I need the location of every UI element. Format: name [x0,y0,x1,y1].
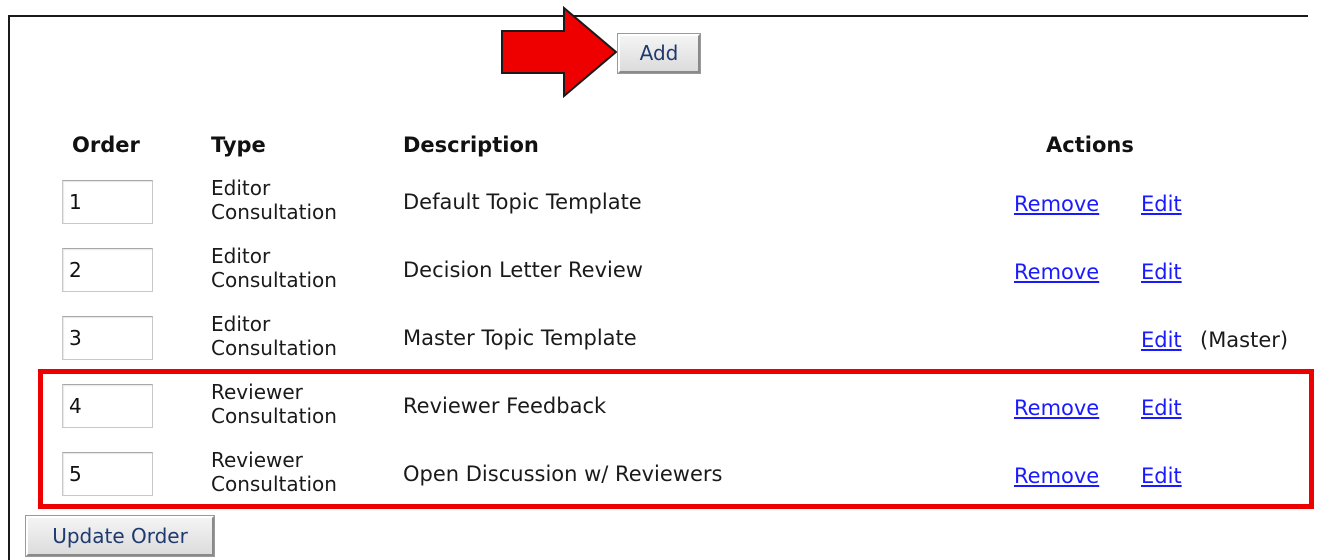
edit-link[interactable]: Edit [1141,328,1182,352]
red-arrow-icon [501,6,618,98]
edit-link[interactable]: Edit [1141,260,1182,284]
remove-link[interactable]: Remove [1014,192,1099,216]
type-cell: Editor Consultation [211,176,337,224]
column-header-actions: Actions [1046,133,1134,157]
table-row: Editor Consultation Master Topic Templat… [0,308,1318,376]
table-row: Editor Consultation Decision Letter Revi… [0,240,1318,308]
type-line1: Editor [211,176,271,200]
column-header-type: Type [211,133,266,157]
add-button[interactable]: Add [617,33,701,74]
type-cell: Editor Consultation [211,244,337,292]
type-line2: Consultation [211,336,337,360]
column-header-description: Description [403,133,539,157]
type-line1: Editor [211,312,271,336]
panel-border-top [8,15,1308,17]
remove-link[interactable]: Remove [1014,260,1099,284]
order-input[interactable] [62,248,153,292]
update-order-button[interactable]: Update Order [25,515,215,557]
description-cell: Decision Letter Review [403,258,643,282]
type-line1: Editor [211,244,271,268]
edit-link[interactable]: Edit [1141,192,1182,216]
description-cell: Default Topic Template [403,190,642,214]
order-input[interactable] [62,316,153,360]
highlight-annotation-box [38,369,1314,509]
type-line2: Consultation [211,268,337,292]
master-note: (Master) [1200,328,1289,352]
column-header-order: Order [72,133,140,157]
description-cell: Master Topic Template [403,326,637,350]
type-line2: Consultation [211,200,337,224]
type-cell: Editor Consultation [211,312,337,360]
table-row: Editor Consultation Default Topic Templa… [0,172,1318,240]
topic-templates-panel: Add Order Type Description Actions Edito… [0,0,1318,560]
order-input[interactable] [62,180,153,224]
